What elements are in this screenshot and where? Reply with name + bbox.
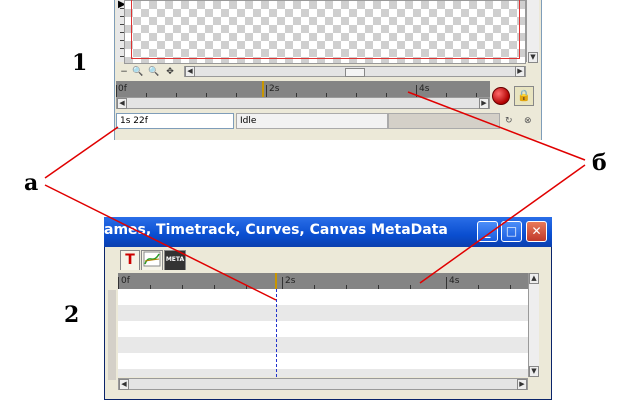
label-b: б	[592, 150, 607, 176]
label-panel-2: 2	[64, 302, 80, 328]
label-a: a	[24, 170, 39, 196]
annotation-line-a-bottom	[44, 184, 277, 301]
annotation-line-b-top	[407, 91, 586, 161]
annotation-line-a-top	[44, 126, 119, 179]
label-panel-1: 1	[72, 50, 88, 76]
annotation-line-b-bottom	[419, 164, 586, 284]
annotation-lines	[44, 91, 586, 301]
